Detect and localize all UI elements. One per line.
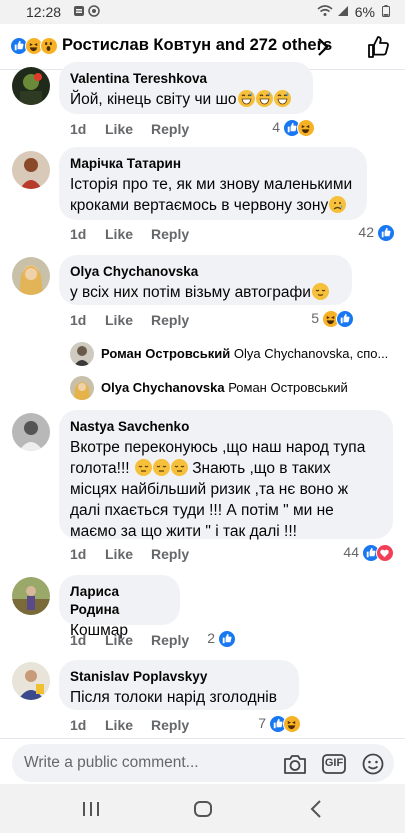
reply-button[interactable]: Reply	[151, 312, 189, 328]
comment-author[interactable]: Лариса Родина	[70, 583, 168, 619]
reaction-count-number: 2	[207, 630, 215, 646]
pensive-emoji-icon	[170, 459, 188, 476]
reply-button[interactable]: Reply	[151, 632, 189, 648]
reply-preview-text: Роман Островський	[228, 380, 348, 395]
like-button[interactable]: Like	[105, 121, 133, 137]
status-bar: 12:28 6%	[0, 0, 405, 24]
relieved-emoji-icon	[311, 283, 329, 300]
reply-author[interactable]: Роман Островський	[101, 346, 230, 361]
comment-text-content: Йой, кінець світу чи шо	[70, 91, 237, 108]
comment-text: Історія про те, як ми знову маленькими к…	[70, 174, 355, 216]
chevron-right-icon[interactable]	[316, 36, 330, 58]
sad-emoji-icon	[329, 196, 347, 213]
haha-reaction-icon	[283, 715, 301, 733]
like-button[interactable]: Like	[105, 546, 133, 562]
like-reaction-icon	[218, 630, 236, 648]
like-button[interactable]: Like	[105, 632, 133, 648]
signal-icon	[338, 6, 348, 16]
reaction-count-number: 44	[343, 544, 359, 560]
grinning-sweat-emoji-icon	[273, 90, 291, 107]
reply-button[interactable]: Reply	[151, 226, 189, 242]
comment-bubble[interactable]: Valentina Tereshkova Йой, кінець світу ч…	[59, 62, 313, 114]
grinning-sweat-emoji-icon	[237, 90, 255, 107]
avatar[interactable]	[12, 413, 50, 451]
comment-composer: GIF	[0, 738, 405, 784]
comment-author[interactable]: Valentina Tereshkova	[70, 70, 301, 88]
reply-preview-text: Olya Chychanovska, спо...	[233, 346, 389, 361]
battery-level: 6%	[354, 4, 375, 20]
like-post-button[interactable]	[366, 34, 392, 60]
battery-icon	[382, 5, 390, 17]
comment-text: Йой, кінець світу чи шо	[70, 89, 301, 110]
emoji-picker-icon[interactable]	[360, 752, 386, 776]
comment-bubble[interactable]: Марічка Татарин Історія про те, як ми зн…	[59, 147, 367, 220]
system-navigation-bar	[0, 784, 405, 833]
avatar[interactable]	[70, 376, 94, 400]
comment-text-content: у всіх них потім візьму автографи	[70, 284, 311, 301]
like-reaction-icon	[377, 224, 395, 242]
reaction-count-number: 7	[258, 715, 266, 731]
comment-time: 1d	[70, 121, 87, 137]
avatar[interactable]	[12, 662, 50, 700]
comment-input[interactable]	[24, 751, 264, 775]
comment-time: 1d	[70, 717, 87, 733]
haha-reaction-icon	[297, 119, 315, 137]
comment-time: 1d	[70, 312, 87, 328]
status-time: 12:28	[26, 4, 62, 20]
comment-bubble[interactable]: Olya Chychanovska у всіх них потім візьм…	[59, 255, 352, 305]
gif-icon[interactable]: GIF	[321, 752, 347, 776]
reply-line: Olya Chychanovska Роман Островський	[101, 380, 391, 395]
comment-text: Вкотре переконуюсь ,що наш народ тупа го…	[70, 437, 381, 542]
comment-author[interactable]: Nastya Savchenko	[70, 418, 381, 436]
reply-button[interactable]: Reply	[151, 546, 189, 562]
pensive-emoji-icon	[134, 459, 152, 476]
header-reaction-icons	[10, 37, 58, 57]
whatsapp-icon	[88, 5, 100, 17]
avatar[interactable]	[70, 342, 94, 366]
back-icon[interactable]	[304, 796, 330, 822]
reactions-summary-title: Ростислав Ковтун and 272 others	[62, 36, 333, 54]
comment-author[interactable]: Марічка Татарин	[70, 155, 355, 173]
reaction-count-number: 42	[358, 224, 374, 240]
reply-author[interactable]: Olya Chychanovska	[101, 380, 225, 395]
comment-author[interactable]: Olya Chychanovska	[70, 263, 340, 281]
comment-text: Після толоки нарід зголоднів	[70, 689, 277, 706]
composer-box[interactable]: GIF	[12, 744, 394, 782]
reaction-count-number: 5	[311, 310, 319, 326]
reply-line: Роман Островський Olya Chychanovska, спо…	[101, 346, 391, 361]
comment-time: 1d	[70, 546, 87, 562]
comment-bubble[interactable]: Лариса Родина Кошмар	[59, 575, 180, 639]
notification-icon	[74, 6, 84, 16]
recent-apps-icon[interactable]	[78, 796, 104, 822]
gif-label: GIF	[324, 757, 344, 769]
pensive-emoji-icon	[152, 459, 170, 476]
reply-preview[interactable]: Роман Островський Olya Chychanovska, спо…	[0, 342, 405, 370]
avatar[interactable]	[12, 577, 50, 615]
like-button[interactable]: Like	[105, 226, 133, 242]
like-button[interactable]: Like	[105, 717, 133, 733]
comment-bubble[interactable]: Nastya Savchenko Вкотре переконуюсь ,що …	[59, 410, 393, 542]
comment-text: у всіх них потім візьму автографи	[70, 282, 340, 303]
comment-time: 1d	[70, 226, 87, 242]
comment-author[interactable]: Stanislav Poplavskyy	[70, 668, 287, 686]
avatar[interactable]	[12, 257, 50, 295]
wifi-icon	[317, 5, 333, 16]
reaction-count-number: 4	[272, 119, 280, 135]
wow-reaction-icon	[40, 37, 58, 55]
reply-preview[interactable]: Olya Chychanovska Роман Островський	[0, 376, 405, 404]
comment-bubble[interactable]: Stanislav Poplavskyy Після толоки нарід …	[59, 660, 299, 710]
camera-icon[interactable]	[282, 752, 308, 776]
comment-time: 1d	[70, 632, 87, 648]
grinning-sweat-emoji-icon	[255, 90, 273, 107]
love-reaction-icon	[376, 544, 394, 562]
reply-button[interactable]: Reply	[151, 121, 189, 137]
avatar[interactable]	[12, 67, 50, 105]
home-icon[interactable]	[190, 796, 216, 822]
reply-button[interactable]: Reply	[151, 717, 189, 733]
like-reaction-icon	[336, 310, 354, 328]
avatar[interactable]	[12, 151, 50, 189]
like-button[interactable]: Like	[105, 312, 133, 328]
comment-text-content: Історія про те, як ми знову маленькими к…	[70, 176, 353, 214]
